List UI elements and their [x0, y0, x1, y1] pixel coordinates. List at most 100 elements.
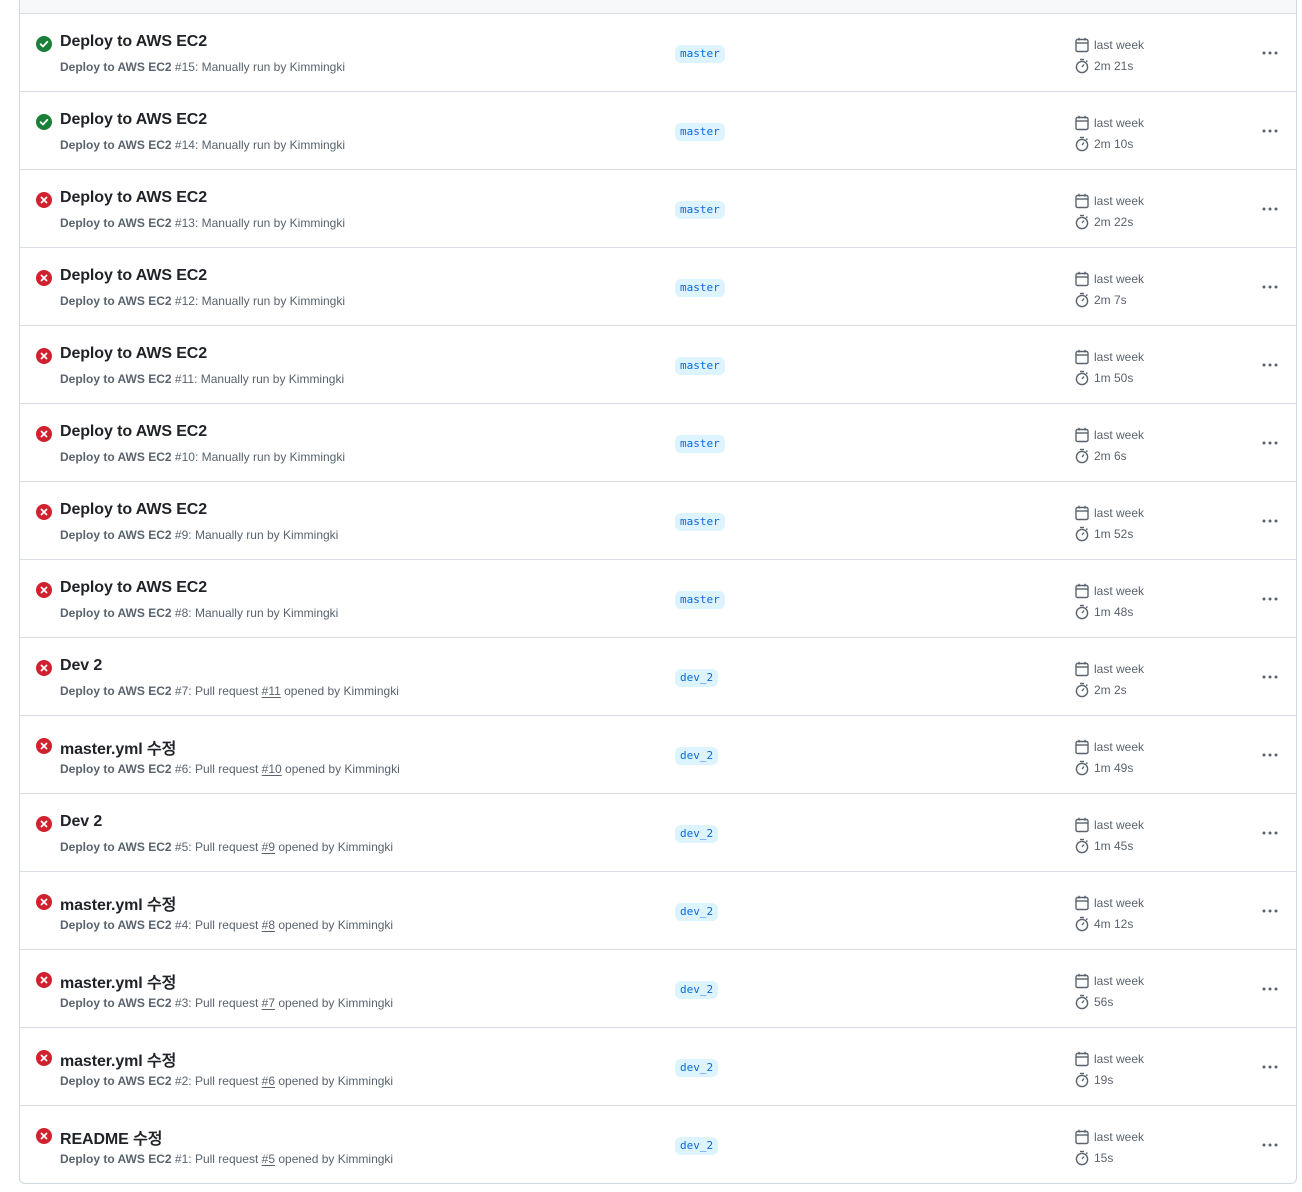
workflow-run-row-4[interactable]: Deploy to AWS EC2 Deploy to AWS EC2 #12:… — [20, 248, 1296, 326]
pull-request-link[interactable]: #6 — [262, 1074, 275, 1088]
pull-request-link[interactable]: #7 — [262, 996, 275, 1010]
run-title[interactable]: Deploy to AWS EC2 — [60, 33, 207, 51]
branch-label[interactable]: dev_2 — [675, 825, 719, 843]
run-title[interactable]: Dev 2 — [60, 657, 102, 675]
kebab-horizontal-icon[interactable] — [1254, 898, 1286, 924]
run-meta: Deploy to AWS EC2 #8: Manually run by Ki… — [60, 606, 338, 620]
workflow-run-row-9[interactable]: Dev 2 Deploy to AWS EC2 #7: Pull request… — [20, 638, 1296, 716]
branch-label[interactable]: dev_2 — [675, 1137, 719, 1155]
kebab-horizontal-icon[interactable] — [1254, 1054, 1286, 1080]
kebab-horizontal-icon[interactable] — [1254, 40, 1286, 66]
kebab-horizontal-icon[interactable] — [1254, 274, 1286, 300]
run-title[interactable]: Dev 2 — [60, 813, 102, 831]
workflow-run-row-3[interactable]: Deploy to AWS EC2 Deploy to AWS EC2 #13:… — [20, 170, 1296, 248]
run-trigger-text: : Manually run by Kimmingki — [188, 528, 339, 542]
run-meta: Deploy to AWS EC2 #2: Pull request #6 op… — [60, 1074, 393, 1088]
calendar-icon — [1075, 349, 1089, 365]
run-number: #5 — [174, 840, 189, 854]
run-date: last week — [1094, 428, 1145, 442]
run-number: #7 — [174, 684, 189, 698]
pull-request-link[interactable]: #9 — [262, 840, 275, 854]
branch-label[interactable]: master — [675, 279, 725, 297]
run-meta: Deploy to AWS EC2 #12: Manually run by K… — [60, 294, 345, 308]
branch-label[interactable]: dev_2 — [675, 903, 719, 921]
run-date: last week — [1094, 116, 1145, 130]
run-trigger-text: : Pull request — [188, 840, 262, 854]
run-title[interactable]: Deploy to AWS EC2 — [60, 345, 207, 363]
branch-label[interactable]: dev_2 — [675, 1059, 719, 1077]
workflow-run-row-7[interactable]: Deploy to AWS EC2 Deploy to AWS EC2 #9: … — [20, 482, 1296, 560]
calendar-icon — [1075, 271, 1089, 287]
x-circle-fill-icon — [36, 582, 52, 598]
workflow-run-row-10[interactable]: master.yml 수정 Deploy to AWS EC2 #6: Pull… — [20, 716, 1296, 794]
run-title[interactable]: Deploy to AWS EC2 — [60, 579, 207, 597]
run-title[interactable]: master.yml 수정 — [60, 735, 176, 759]
pull-request-link[interactable]: #10 — [262, 762, 282, 776]
workflow-run-row-14[interactable]: master.yml 수정 Deploy to AWS EC2 #2: Pull… — [20, 1028, 1296, 1106]
run-title[interactable]: Deploy to AWS EC2 — [60, 501, 207, 519]
pull-request-link[interactable]: #8 — [262, 918, 275, 932]
kebab-horizontal-icon[interactable] — [1254, 742, 1286, 768]
run-duration: 2m 7s — [1094, 293, 1127, 307]
stopwatch-icon — [1075, 58, 1089, 74]
run-meta: Deploy to AWS EC2 #3: Pull request #7 op… — [60, 996, 393, 1010]
pull-request-link[interactable]: #5 — [262, 1152, 275, 1166]
run-meta: Deploy to AWS EC2 #4: Pull request #8 op… — [60, 918, 393, 932]
run-workflow-name: Deploy to AWS EC2 — [60, 372, 172, 386]
branch-label[interactable]: dev_2 — [675, 981, 719, 999]
calendar-icon — [1075, 1129, 1089, 1145]
x-circle-fill-icon — [36, 1050, 52, 1066]
kebab-horizontal-icon[interactable] — [1254, 196, 1286, 222]
stopwatch-icon — [1075, 994, 1089, 1010]
workflow-run-row-12[interactable]: master.yml 수정 Deploy to AWS EC2 #4: Pull… — [20, 872, 1296, 950]
workflow-run-row-13[interactable]: master.yml 수정 Deploy to AWS EC2 #3: Pull… — [20, 950, 1296, 1028]
run-title[interactable]: README 수정 — [60, 1125, 162, 1149]
kebab-horizontal-icon[interactable] — [1254, 352, 1286, 378]
run-trigger-actor: opened by Kimmingki — [281, 762, 400, 776]
branch-label[interactable]: master — [675, 357, 725, 375]
kebab-horizontal-icon[interactable] — [1254, 664, 1286, 690]
run-title[interactable]: Deploy to AWS EC2 — [60, 111, 207, 129]
workflow-run-row-2[interactable]: Deploy to AWS EC2 Deploy to AWS EC2 #14:… — [20, 92, 1296, 170]
run-trigger-text: : Manually run by Kimmingki — [194, 372, 345, 386]
branch-label[interactable]: master — [675, 435, 725, 453]
run-meta: Deploy to AWS EC2 #10: Manually run by K… — [60, 450, 345, 464]
workflow-run-row-8[interactable]: Deploy to AWS EC2 Deploy to AWS EC2 #8: … — [20, 560, 1296, 638]
branch-label[interactable]: master — [675, 201, 725, 219]
workflow-run-row-6[interactable]: Deploy to AWS EC2 Deploy to AWS EC2 #10:… — [20, 404, 1296, 482]
run-number: #9 — [174, 528, 189, 542]
run-meta: Deploy to AWS EC2 #1: Pull request #5 op… — [60, 1152, 393, 1166]
workflow-run-row-1[interactable]: Deploy to AWS EC2 Deploy to AWS EC2 #15:… — [20, 14, 1296, 92]
pull-request-link[interactable]: #11 — [262, 684, 281, 698]
kebab-horizontal-icon[interactable] — [1254, 820, 1286, 846]
run-title[interactable]: Deploy to AWS EC2 — [60, 423, 207, 441]
kebab-horizontal-icon[interactable] — [1254, 1132, 1286, 1158]
workflow-run-row-15[interactable]: README 수정 Deploy to AWS EC2 #1: Pull req… — [20, 1106, 1296, 1183]
kebab-horizontal-icon[interactable] — [1254, 430, 1286, 456]
kebab-horizontal-icon[interactable] — [1254, 118, 1286, 144]
workflow-runs-rows: Deploy to AWS EC2 Deploy to AWS EC2 #15:… — [20, 14, 1296, 1183]
branch-label[interactable]: master — [675, 513, 725, 531]
run-trigger-actor: opened by Kimmingki — [275, 918, 394, 932]
run-duration: 56s — [1094, 995, 1114, 1009]
workflow-run-row-11[interactable]: Dev 2 Deploy to AWS EC2 #5: Pull request… — [20, 794, 1296, 872]
run-title[interactable]: master.yml 수정 — [60, 1047, 176, 1071]
calendar-icon — [1075, 1051, 1089, 1067]
branch-label[interactable]: dev_2 — [675, 747, 719, 765]
branch-label[interactable]: master — [675, 45, 725, 63]
run-title[interactable]: Deploy to AWS EC2 — [60, 267, 207, 285]
kebab-horizontal-icon[interactable] — [1254, 976, 1286, 1002]
stopwatch-icon — [1075, 1072, 1089, 1088]
run-title[interactable]: Deploy to AWS EC2 — [60, 189, 207, 207]
stopwatch-icon — [1075, 370, 1089, 386]
kebab-horizontal-icon[interactable] — [1254, 586, 1286, 612]
run-meta: Deploy to AWS EC2 #6: Pull request #10 o… — [60, 762, 400, 776]
run-title[interactable]: master.yml 수정 — [60, 969, 176, 993]
workflow-run-row-5[interactable]: Deploy to AWS EC2 Deploy to AWS EC2 #11:… — [20, 326, 1296, 404]
kebab-horizontal-icon[interactable] — [1254, 508, 1286, 534]
run-title[interactable]: master.yml 수정 — [60, 891, 176, 915]
branch-label[interactable]: master — [675, 591, 725, 609]
branch-label[interactable]: dev_2 — [675, 669, 719, 687]
branch-label[interactable]: master — [675, 123, 725, 141]
calendar-icon — [1075, 115, 1089, 131]
